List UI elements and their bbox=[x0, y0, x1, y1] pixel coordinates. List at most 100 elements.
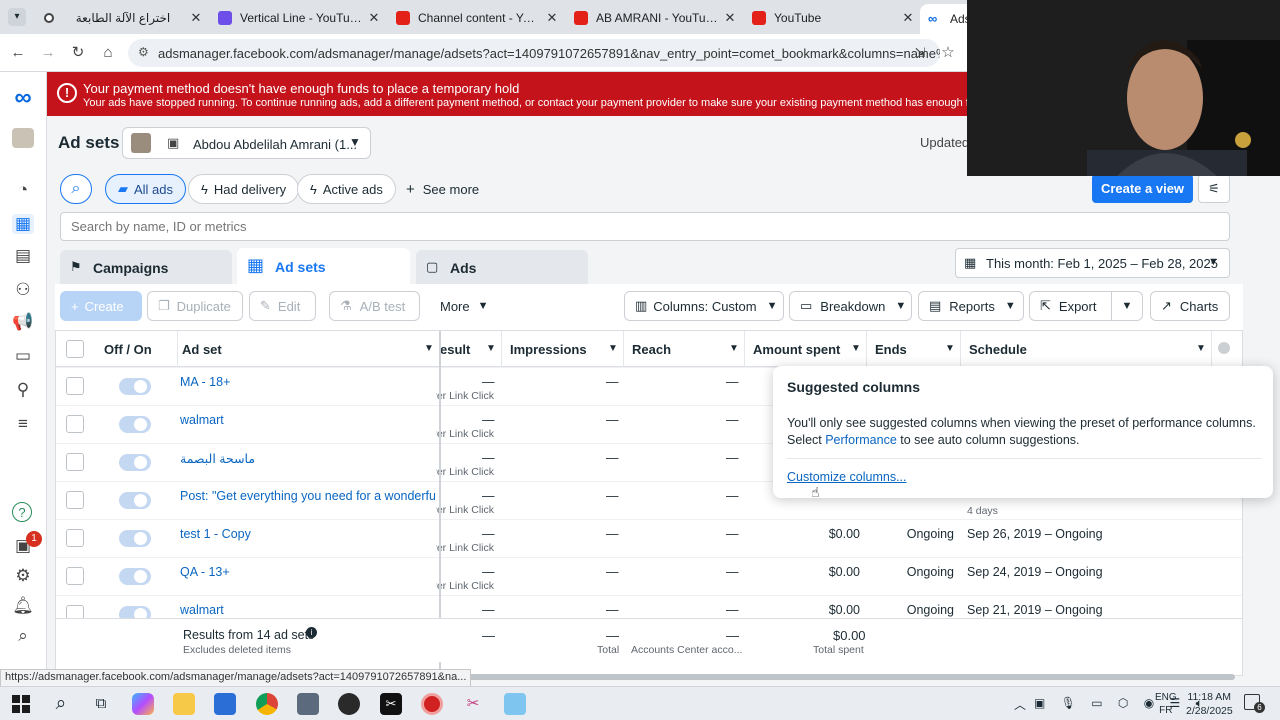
create-button[interactable]: + Create bbox=[60, 291, 142, 321]
adset-name-link[interactable]: QA - 13+ bbox=[180, 565, 435, 579]
close-tab-icon[interactable]: ✕ bbox=[544, 10, 560, 26]
settings-gear-icon[interactable]: ⚙ bbox=[12, 566, 34, 586]
date-range-picker[interactable]: ▦ This month: Feb 1, 2025 – Feb 28, 2025… bbox=[955, 248, 1230, 278]
col-header-result[interactable]: esult ▼ bbox=[440, 331, 502, 367]
row-checkbox[interactable] bbox=[66, 415, 84, 433]
table-row[interactable]: test 1 - Copy — Per Link Click — — $0.00 Ongoi… bbox=[56, 519, 1242, 557]
clock[interactable]: 11:18 AM 2/28/2025 bbox=[1186, 690, 1233, 718]
customize-columns-link[interactable]: Customize columns... bbox=[787, 470, 906, 484]
tray-icons[interactable]: ▣ 🎙︎ ▭ ⬡ ◉ ☰ 🔈︎ bbox=[1034, 696, 1209, 711]
app-icon[interactable] bbox=[338, 693, 360, 715]
columns-button[interactable]: ▥ Columns: Custom ▼ bbox=[624, 291, 784, 321]
bell-icon[interactable]: 🔔︎ bbox=[12, 596, 34, 616]
reports-icon[interactable]: ▤ bbox=[12, 246, 34, 266]
row-checkbox[interactable] bbox=[66, 453, 84, 471]
table-row[interactable]: QA - 13+ — Per Link Click — — $0.00 Ongoing Sep… bbox=[56, 557, 1242, 595]
col-header-offon[interactable]: Off / On bbox=[96, 331, 178, 367]
search-input[interactable] bbox=[60, 212, 1230, 241]
export-options-button[interactable]: ▼ bbox=[1111, 291, 1143, 321]
duplicate-button[interactable]: ❐ Duplicate bbox=[147, 291, 243, 321]
all-tools-menu-icon[interactable]: ≡ bbox=[12, 414, 34, 434]
search-toggle-button[interactable]: ⌕ bbox=[60, 174, 92, 204]
col-header-reach[interactable]: Reach ▼ bbox=[624, 331, 745, 367]
tray-chevron-icon[interactable]: ︿ bbox=[1014, 696, 1026, 713]
create-view-button[interactable]: Create a view bbox=[1092, 174, 1193, 203]
tab-ad-sets[interactable]: ▦ Ad sets bbox=[237, 248, 410, 284]
adset-toggle[interactable] bbox=[119, 378, 151, 395]
tab-list-chevron-icon[interactable]: ▾ bbox=[8, 8, 26, 26]
browser-tab-3[interactable]: Channel content - YouTube ✕ bbox=[388, 5, 560, 31]
calculator-icon[interactable] bbox=[297, 693, 319, 715]
table-row[interactable]: walmart — — — $0.00 Ongoing Sep 21, 2019 – Ong… bbox=[56, 595, 1242, 618]
more-button[interactable]: More ▼ bbox=[430, 291, 492, 321]
task-view-icon[interactable]: ⧉ bbox=[90, 693, 112, 715]
language-indicator[interactable]: ENG FR bbox=[1155, 691, 1177, 717]
row-checkbox[interactable] bbox=[66, 567, 84, 585]
browser-tab-5[interactable]: YouTube ✕ bbox=[744, 5, 916, 31]
row-checkbox[interactable] bbox=[66, 491, 84, 509]
row-checkbox[interactable] bbox=[66, 529, 84, 547]
col-header-adset[interactable]: Ad set ▼ bbox=[174, 331, 440, 367]
browser-tab-2[interactable]: Vertical Line - YouTube Thu ✕ bbox=[210, 5, 382, 31]
col-header-schedule[interactable]: Schedule ▼ bbox=[961, 331, 1212, 367]
add-column-icon[interactable] bbox=[1218, 342, 1230, 354]
adset-toggle[interactable] bbox=[119, 454, 151, 471]
chrome-icon[interactable] bbox=[256, 693, 278, 715]
export-button[interactable]: ⇱ Export bbox=[1029, 291, 1112, 321]
meta-logo-icon[interactable]: ∞ bbox=[12, 84, 34, 111]
advertising-megaphone-icon[interactable]: 📢 bbox=[12, 312, 34, 332]
select-all-checkbox[interactable] bbox=[66, 340, 84, 358]
campaigns-table-icon[interactable]: ▦ bbox=[12, 214, 34, 234]
close-tab-icon[interactable]: ✕ bbox=[722, 10, 738, 26]
view-settings-button[interactable]: ⚟ bbox=[1198, 174, 1230, 203]
performance-link[interactable]: Performance bbox=[825, 433, 897, 447]
tab-campaigns[interactable]: ⚑ Campaigns bbox=[60, 250, 232, 284]
help-icon[interactable]: ? bbox=[12, 502, 32, 522]
copilot-icon[interactable] bbox=[132, 693, 154, 715]
account-avatar[interactable] bbox=[12, 128, 34, 148]
home-icon[interactable]: ⌂ bbox=[98, 43, 118, 63]
adset-toggle[interactable] bbox=[119, 568, 151, 585]
back-arrow-icon[interactable]: ← bbox=[8, 43, 28, 63]
filter-had-delivery[interactable]: ϟ Had delivery bbox=[188, 174, 300, 204]
adset-toggle[interactable] bbox=[119, 606, 151, 618]
ab-test-button[interactable]: ⚗ A/B test bbox=[329, 291, 420, 321]
horizontal-scrollbar[interactable] bbox=[445, 674, 1235, 680]
filter-active-ads[interactable]: ϟ Active ads bbox=[297, 174, 396, 204]
forward-arrow-icon[interactable]: → bbox=[38, 43, 58, 63]
billing-card-icon[interactable]: ▭ bbox=[12, 346, 34, 366]
search-icon[interactable]: ⌕ bbox=[50, 693, 72, 715]
install-app-icon[interactable]: ⇲ bbox=[910, 43, 930, 63]
close-tab-icon[interactable]: ✕ bbox=[366, 10, 382, 26]
col-header-amount-spent[interactable]: Amount spent ▼ bbox=[745, 331, 867, 367]
adset-name-link[interactable]: test 1 - Copy bbox=[180, 527, 435, 541]
adset-toggle[interactable] bbox=[119, 530, 151, 547]
bookmark-star-icon[interactable]: ☆ bbox=[938, 43, 958, 63]
col-header-ends[interactable]: Ends ▼ bbox=[867, 331, 961, 367]
filter-all-ads[interactable]: ▰ All ads bbox=[105, 174, 187, 204]
search-icon[interactable]: ⌕ bbox=[12, 626, 34, 646]
adset-name-link[interactable]: walmart bbox=[180, 603, 435, 617]
store-icon[interactable] bbox=[214, 693, 236, 715]
reports-button[interactable]: ▤ Reports ▼ bbox=[918, 291, 1024, 321]
browser-tab-1[interactable]: اختراع الآلة الطابعة ✕ bbox=[36, 5, 204, 31]
tab-ads[interactable]: ▢ Ads bbox=[416, 250, 588, 284]
col-header-impressions[interactable]: Impressions ▼ bbox=[502, 331, 624, 367]
row-checkbox[interactable] bbox=[66, 377, 84, 395]
app-window-icon[interactable] bbox=[504, 693, 526, 715]
row-checkbox[interactable] bbox=[66, 605, 84, 618]
audiences-icon[interactable]: ⚇ bbox=[12, 280, 34, 300]
close-tab-icon[interactable]: ✕ bbox=[188, 10, 204, 26]
adset-toggle[interactable] bbox=[119, 416, 151, 433]
browser-tab-4[interactable]: AB AMRANI - YouTube ✕ bbox=[566, 5, 738, 31]
account-selector[interactable]: ▣ Abdou Abdelilah Amrani (1... ▼ bbox=[122, 127, 371, 159]
business-settings-icon[interactable]: ⚲ bbox=[12, 380, 34, 400]
capcut-icon[interactable]: ✂ bbox=[380, 693, 402, 715]
adset-name-link[interactable]: MA - 18+ bbox=[180, 375, 435, 389]
url-field[interactable]: ⚙ adsmanager.facebook.com/adsmanager/man… bbox=[128, 39, 940, 67]
overview-gauge-icon[interactable]: ◔ bbox=[12, 180, 34, 200]
adset-toggle[interactable] bbox=[119, 492, 151, 509]
recorder-icon[interactable] bbox=[421, 693, 443, 715]
reload-icon[interactable]: ↻ bbox=[68, 43, 88, 63]
breakdown-button[interactable]: ▭ Breakdown ▼ bbox=[789, 291, 912, 321]
